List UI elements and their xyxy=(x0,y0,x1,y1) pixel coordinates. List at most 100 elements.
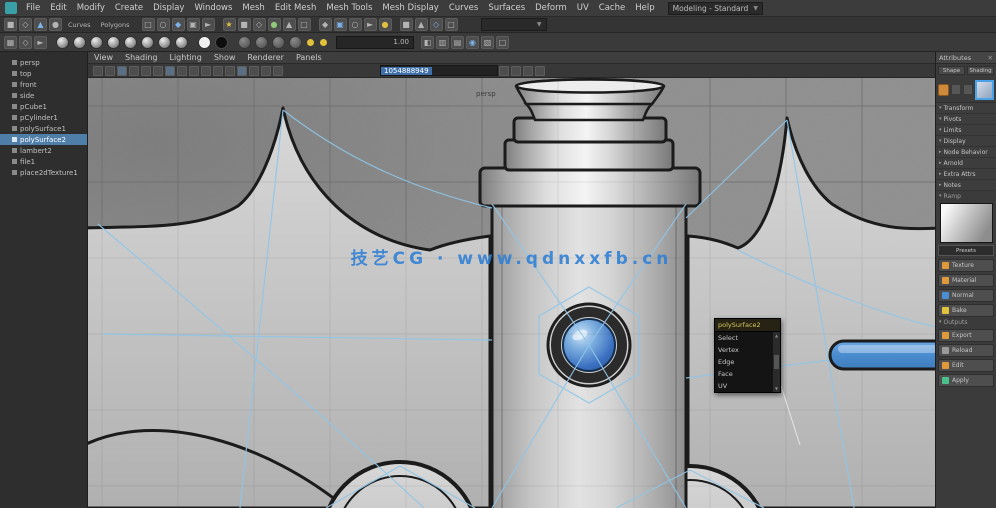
section-limits[interactable]: ▾ Limits xyxy=(936,125,996,136)
button-export[interactable]: Export xyxy=(938,329,994,342)
material-sphere-icon[interactable] xyxy=(238,35,251,49)
vp-menu-panels[interactable]: Panels xyxy=(290,53,328,62)
outliner-item[interactable]: pCube1 xyxy=(0,101,87,112)
toolbar-icon[interactable]: ◉ xyxy=(466,35,479,49)
shelf-icon[interactable]: ● xyxy=(49,18,62,31)
material-sphere-icon[interactable] xyxy=(255,35,268,49)
shelf-icon[interactable]: □ xyxy=(141,18,155,31)
shelf-icon[interactable]: ● xyxy=(378,18,392,31)
popup-item[interactable]: Select xyxy=(715,332,773,344)
toolbar-icon[interactable]: ▤ xyxy=(451,35,464,49)
button-normal[interactable]: Normal xyxy=(938,289,994,302)
vp-tool-icon[interactable] xyxy=(523,65,533,76)
vp-tool-icon[interactable] xyxy=(201,65,211,76)
viewport-text-field[interactable]: 1054888949 xyxy=(380,65,498,76)
viewport-canvas[interactable]: persp 技艺CG · www.qdnxxfb.cn xyxy=(88,78,935,508)
menu-windows[interactable]: Windows xyxy=(189,3,237,13)
menu-edit[interactable]: Edit xyxy=(45,3,71,13)
menu-edit-mesh[interactable]: Edit Mesh xyxy=(270,3,322,13)
vp-tool-icon[interactable] xyxy=(177,65,187,76)
vp-tool-icon[interactable] xyxy=(117,65,127,76)
outliner-item[interactable]: side xyxy=(0,90,87,101)
vp-tool-icon[interactable] xyxy=(93,65,103,76)
shelf-dropdown[interactable]: ▼ xyxy=(480,18,547,31)
shelf-icon[interactable]: ◆ xyxy=(171,18,185,31)
scroll-up-icon[interactable]: ▲ xyxy=(775,333,778,338)
workspace-dropdown[interactable]: Modeling - Standard ▼ xyxy=(667,1,763,15)
toolbar-icon[interactable]: ◇ xyxy=(19,35,32,49)
tab-shape[interactable]: Shape xyxy=(938,66,965,75)
pommel-band2[interactable] xyxy=(503,138,675,172)
black-swatch-icon[interactable] xyxy=(215,35,228,49)
menu-uv[interactable]: UV xyxy=(572,3,594,13)
vp-tool-icon[interactable] xyxy=(165,65,175,76)
shelf-icon[interactable]: ■ xyxy=(4,18,17,31)
vp-menu-shading[interactable]: Shading xyxy=(119,53,164,62)
material-sphere-icon[interactable] xyxy=(175,35,188,49)
outliner-item[interactable]: persp xyxy=(0,57,87,68)
vp-tool-icon[interactable] xyxy=(237,65,247,76)
shelf-icon[interactable]: ► xyxy=(201,18,215,31)
material-sphere-icon[interactable] xyxy=(289,35,302,49)
menu-file[interactable]: File xyxy=(21,3,45,13)
material-sphere-icon[interactable] xyxy=(158,35,171,49)
shelf-icon[interactable]: ◇ xyxy=(429,18,443,31)
toolbar-icon[interactable]: □ xyxy=(496,35,509,49)
popup-item[interactable]: UV xyxy=(715,380,773,392)
vp-tool-icon[interactable] xyxy=(153,65,163,76)
outputs-header[interactable]: ▾ Outputs xyxy=(936,317,996,327)
section-notes[interactable]: ▸ Notes xyxy=(936,180,996,191)
vp-menu-show[interactable]: Show xyxy=(208,53,242,62)
outliner-item[interactable]: place2dTexture1 xyxy=(0,167,87,178)
toolbar-icon[interactable]: ► xyxy=(34,35,47,49)
shelf-icon[interactable]: ▣ xyxy=(333,18,347,31)
outliner-item[interactable]: top xyxy=(0,68,87,79)
pommel-collar[interactable] xyxy=(478,166,702,208)
button-texture[interactable]: Texture xyxy=(938,259,994,272)
menu-help[interactable]: Help xyxy=(630,3,659,13)
section-transform[interactable]: ▾ Transform xyxy=(936,103,996,114)
outliner-item[interactable]: lambert2 xyxy=(0,145,87,156)
outliner-item[interactable]: file1 xyxy=(0,156,87,167)
toolbar-icon[interactable]: ◧ xyxy=(421,35,434,49)
menu-curves[interactable]: Curves xyxy=(444,3,484,13)
vp-tool-icon[interactable] xyxy=(225,65,235,76)
shelf-icon[interactable]: ■ xyxy=(237,18,251,31)
menu-mesh[interactable]: Mesh xyxy=(237,3,269,13)
shelf-icon[interactable]: □ xyxy=(444,18,458,31)
scroll-thumb[interactable] xyxy=(774,355,779,369)
node-icon[interactable] xyxy=(963,84,974,95)
yellow-dot-icon[interactable] xyxy=(320,38,327,46)
outliner-item[interactable]: polySurface1 xyxy=(0,123,87,134)
material-sphere-icon[interactable] xyxy=(56,35,69,49)
blue-pill-object[interactable] xyxy=(828,339,935,371)
vp-tool-icon[interactable] xyxy=(249,65,259,76)
close-icon[interactable]: ✕ xyxy=(988,54,993,62)
outliner-item[interactable]: pCylinder1 xyxy=(0,112,87,123)
menu-deform[interactable]: Deform xyxy=(530,3,572,13)
menu-mesh-tools[interactable]: Mesh Tools xyxy=(321,3,377,13)
shelf-icon[interactable]: ◆ xyxy=(318,18,332,31)
section-arnold[interactable]: ▸ Arnold xyxy=(936,158,996,169)
menu-cache[interactable]: Cache xyxy=(594,3,630,13)
shelf-icon[interactable]: ○ xyxy=(156,18,170,31)
popup-scrollbar[interactable]: ▲ ▼ xyxy=(773,332,780,392)
tab-shading[interactable]: Shading xyxy=(967,66,994,75)
button-reload[interactable]: Reload xyxy=(938,344,994,357)
toolbar-icon[interactable]: ▥ xyxy=(436,35,449,49)
section-node-behavior[interactable]: ▸ Node Behavior xyxy=(936,147,996,158)
white-swatch-icon[interactable] xyxy=(198,35,211,49)
popup-item[interactable]: Face xyxy=(715,368,773,380)
vp-tool-icon[interactable] xyxy=(129,65,139,76)
presets-button[interactable]: Presets xyxy=(938,245,994,256)
shelf-icon[interactable]: ■ xyxy=(399,18,413,31)
section-display[interactable]: ▾ Display xyxy=(936,136,996,147)
material-sphere-icon[interactable] xyxy=(141,35,154,49)
vp-tool-icon[interactable] xyxy=(273,65,283,76)
shelf-icon[interactable]: ▲ xyxy=(414,18,428,31)
shelf-icon[interactable]: ★ xyxy=(222,18,236,31)
material-sphere-icon[interactable] xyxy=(107,35,120,49)
shelf-icon[interactable]: ◇ xyxy=(19,18,32,31)
menu-surfaces[interactable]: Surfaces xyxy=(483,3,530,13)
pommel-band3[interactable] xyxy=(512,116,668,144)
